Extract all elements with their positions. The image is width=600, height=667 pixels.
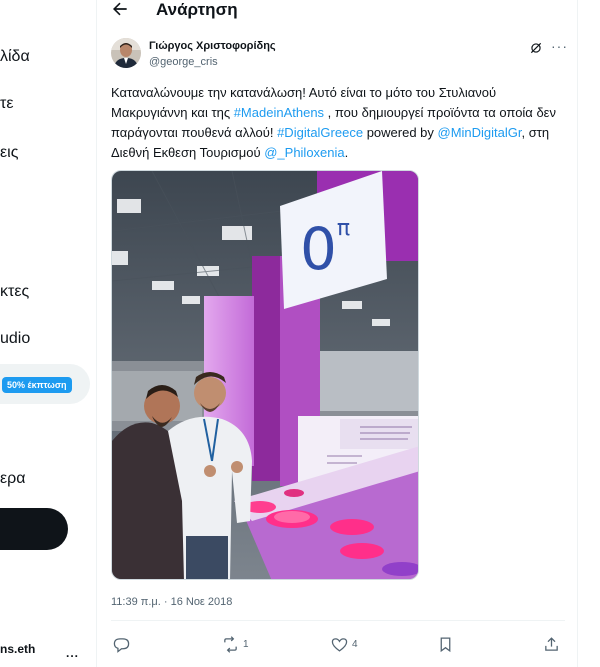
tweet-text: Καταναλώνουμε την κατανάλωση! Αυτό είναι…	[111, 83, 561, 163]
retweet-button[interactable]: 1	[222, 635, 249, 653]
author-handle[interactable]: @george_cris	[149, 56, 218, 68]
sidebar-item-notifications[interactable]: εις	[0, 144, 18, 162]
heart-icon	[331, 637, 348, 652]
sidebar-item-more[interactable]: ερα	[0, 470, 25, 488]
share-icon	[545, 636, 558, 651]
account-more-icon[interactable]: ...	[66, 646, 79, 660]
mention-philoxenia[interactable]: @_Philoxenia	[264, 145, 344, 160]
like-count: 4	[352, 638, 358, 650]
more-options-icon[interactable]: ···	[551, 38, 568, 54]
bookmark-icon	[440, 636, 451, 652]
page-title: Ανάρτηση	[156, 0, 238, 19]
post-column: Ανάρτηση Γιώργος Χριστοφορίδης @george_c…	[96, 0, 578, 667]
hashtag-madeinathens[interactable]: #MadeinAthens	[234, 105, 324, 120]
post-header: Ανάρτηση	[97, 0, 577, 24]
grok-icon[interactable]	[529, 41, 543, 55]
avatar[interactable]	[111, 38, 141, 68]
reply-icon	[113, 637, 130, 653]
sidebar: λίδα τε εις κτες udio 50% έκπτωση ερα ns…	[0, 0, 92, 667]
tweet-photo[interactable]: 0π	[111, 170, 419, 580]
tweet-text-part: .	[344, 145, 349, 160]
tweet-text-part: powered by	[363, 125, 438, 140]
sidebar-item-home[interactable]: λίδα	[0, 48, 30, 66]
mention-mindigitalgr[interactable]: @MinDigitalGr	[438, 125, 522, 140]
retweet-count: 1	[243, 638, 249, 650]
reply-button[interactable]	[113, 635, 134, 653]
sidebar-item-explore[interactable]: τε	[0, 95, 13, 113]
author-name[interactable]: Γιώργος Χριστοφορίδης	[149, 40, 276, 52]
bookmark-button[interactable]	[437, 635, 454, 653]
hashtag-digitalgreece[interactable]: #DigitalGreece	[277, 125, 363, 140]
account-name[interactable]: ns.eth	[0, 642, 35, 656]
tweet-photo-illustration: 0π	[112, 171, 418, 579]
arrow-left-icon[interactable]	[110, 0, 130, 19]
premium-discount-badge: 50% έκπτωση	[2, 377, 72, 393]
tweet-timestamp[interactable]: 11:39 π.μ. · 16 Νοε 2018	[111, 596, 232, 608]
post-button[interactable]	[0, 508, 68, 550]
sidebar-item-studio[interactable]: udio	[0, 330, 30, 348]
share-button[interactable]	[543, 635, 560, 653]
sidebar-item-communities[interactable]: κτες	[0, 283, 29, 301]
retweet-icon	[224, 635, 237, 653]
like-button[interactable]: 4	[331, 635, 358, 653]
divider	[111, 620, 565, 621]
